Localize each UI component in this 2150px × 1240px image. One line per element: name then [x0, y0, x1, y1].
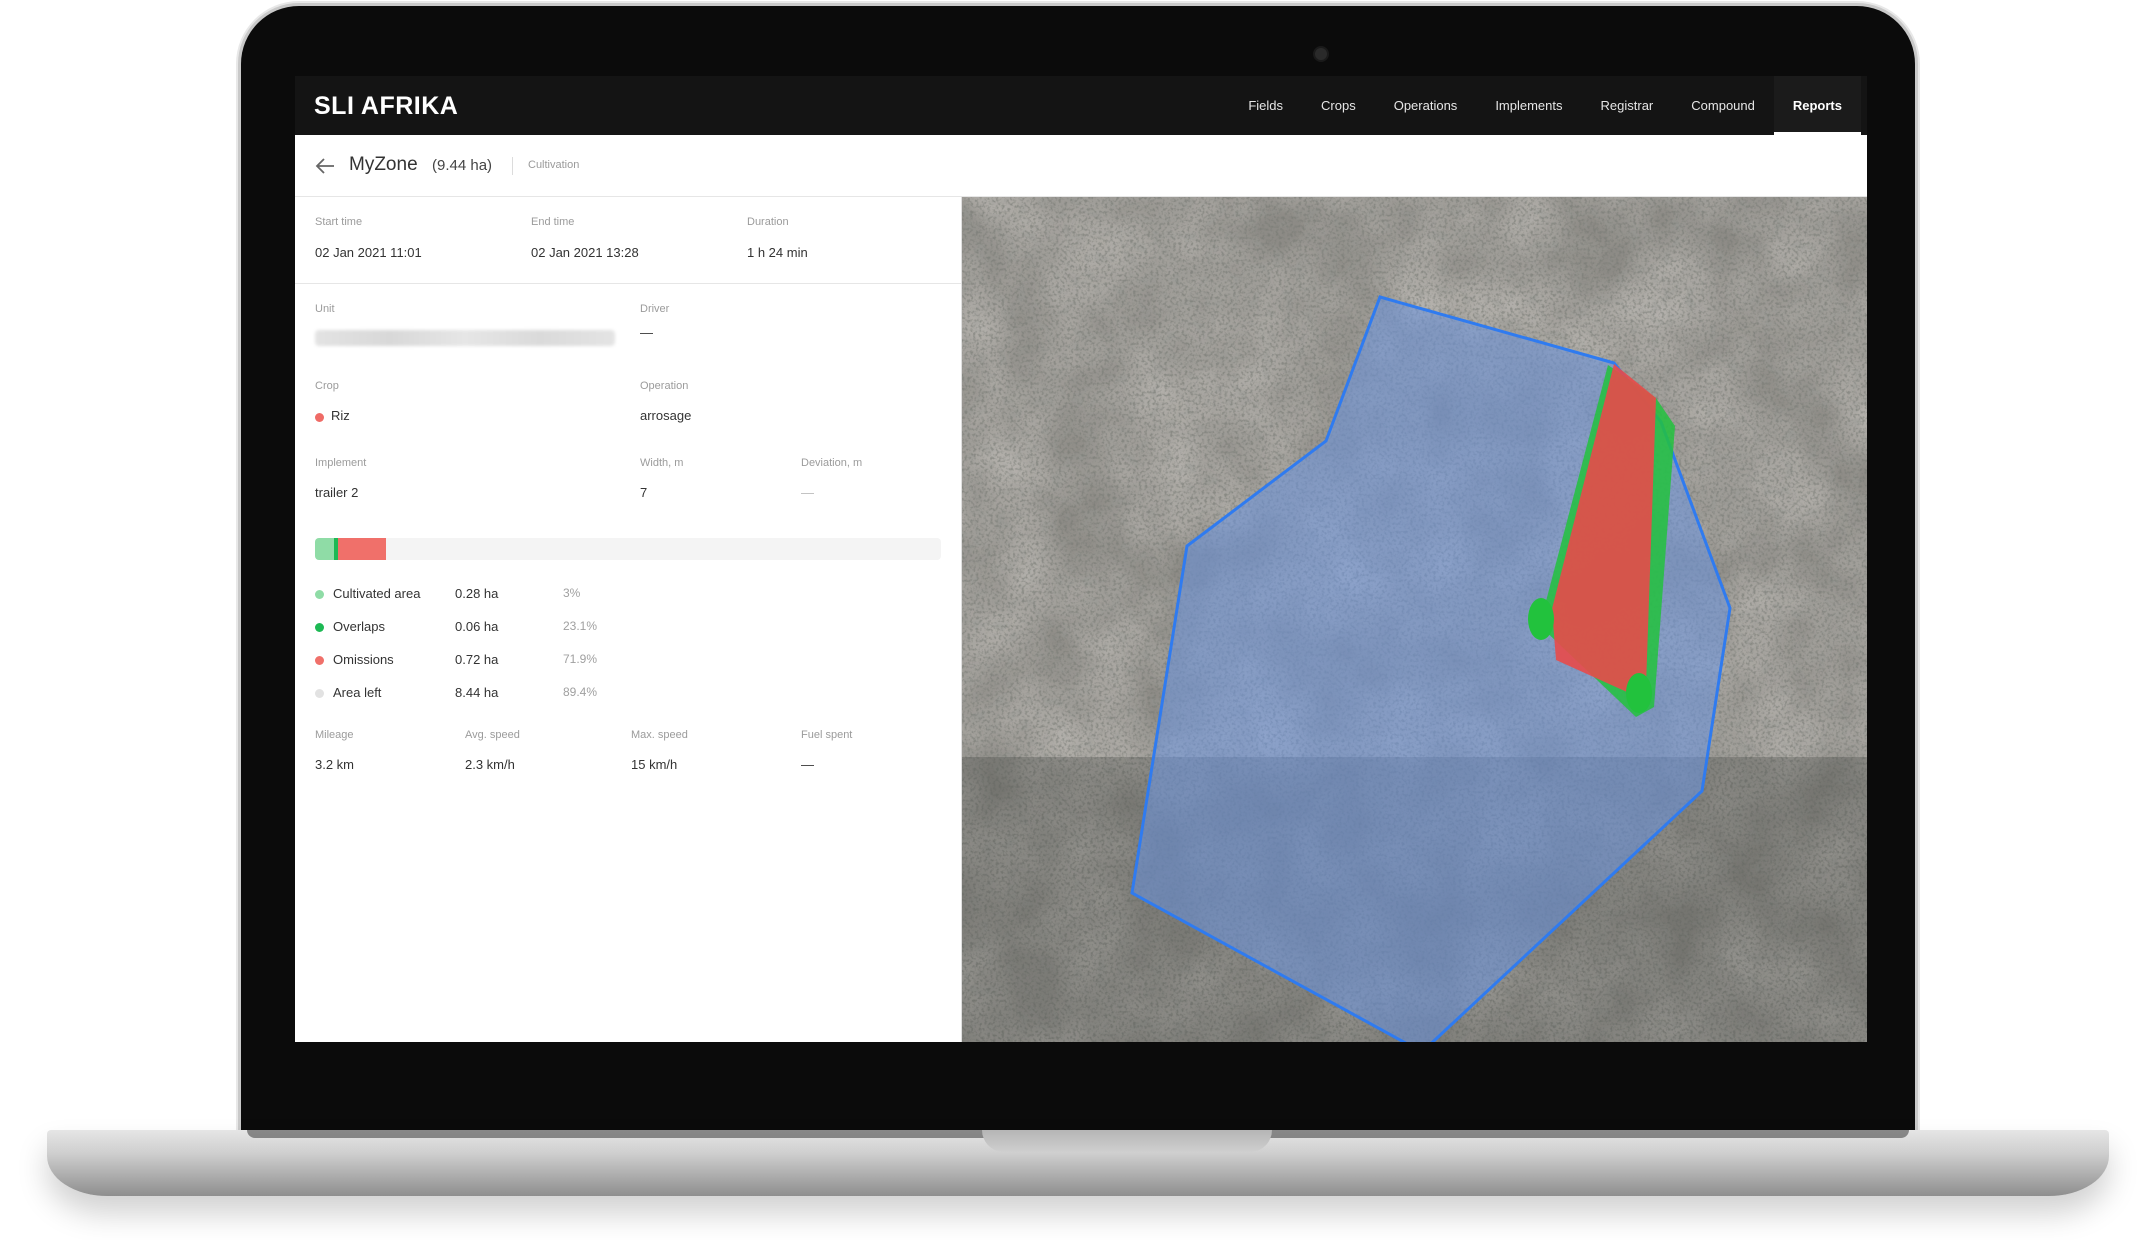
zone-area: (9.44 ha) [432, 157, 493, 174]
legend-percent: 89.4% [563, 685, 598, 699]
legend-dot-omissions [315, 656, 324, 665]
nav-fields[interactable]: Fields [1229, 76, 1302, 135]
implement-label: Implement [315, 457, 367, 469]
legend-amount: 0.28 ha [455, 586, 499, 601]
report-titlebar: MyZone (9.44 ha) Cultivation [295, 135, 1867, 197]
main-nav: Fields Crops Operations Implements Regis… [1229, 76, 1867, 135]
nav-implements[interactable]: Implements [1476, 76, 1581, 135]
duration-value: 1 h 24 min [747, 245, 808, 260]
crop-color-dot [315, 413, 324, 422]
legend-name: Area left [333, 685, 382, 700]
crop-label: Crop [315, 380, 339, 392]
max-speed-value: 15 km/h [631, 757, 678, 772]
driver-label: Driver [640, 303, 670, 315]
legend-dot-cultivated [315, 590, 324, 599]
legend-name: Omissions [333, 652, 394, 667]
mileage-label: Mileage [315, 729, 354, 741]
width-label: Width, m [640, 457, 684, 469]
title-divider [512, 157, 513, 175]
top-navbar: SLI AFRIKA Fields Crops Operations Imple… [295, 76, 1867, 135]
progress-omission-segment [338, 538, 386, 560]
nav-operations[interactable]: Operations [1375, 76, 1477, 135]
legend-percent: 3% [563, 586, 581, 600]
start-time-label: Start time [315, 216, 363, 228]
unit-value-redacted [315, 330, 615, 346]
mileage-value: 3.2 km [315, 757, 355, 772]
end-time-value: 02 Jan 2021 13:28 [531, 245, 639, 260]
unit-label: Unit [315, 303, 335, 315]
laptop-base [47, 1130, 2109, 1196]
fuel-label: Fuel spent [801, 729, 853, 741]
legend-item-cultivated: Cultivated area 0.28 ha 3% [315, 585, 645, 605]
legend-item-omissions: Omissions 0.72 ha 71.9% [315, 651, 645, 671]
implement-value: trailer 2 [315, 485, 359, 500]
deviation-value: — [801, 485, 814, 500]
brand-logo[interactable]: SLI AFRIKA [314, 92, 458, 121]
report-details-panel: Start time 02 Jan 2021 11:01 End time 02… [295, 197, 962, 1042]
legend-percent: 71.9% [563, 652, 598, 666]
app-screen: SLI AFRIKA Fields Crops Operations Imple… [295, 76, 1867, 1042]
laptop-notch [982, 1130, 1272, 1152]
legend-name: Cultivated area [333, 586, 421, 601]
satellite-map[interactable] [962, 197, 1867, 1042]
nav-registrar[interactable]: Registrar [1582, 76, 1673, 135]
track-start-marker[interactable] [1528, 598, 1554, 640]
track-end-marker[interactable] [1626, 673, 1652, 713]
crop-value: Riz [331, 408, 350, 423]
nav-reports[interactable]: Reports [1773, 76, 1861, 135]
operation-value: arrosage [640, 408, 692, 423]
coverage-progress-bar [315, 538, 941, 560]
nav-crops[interactable]: Crops [1302, 76, 1375, 135]
zone-type: Cultivation [528, 159, 580, 171]
legend-dot-overlaps [315, 623, 324, 632]
camera-icon [1313, 46, 1329, 62]
progress-cultivated-segment [315, 538, 334, 560]
legend-item-overlaps: Overlaps 0.06 ha 23.1% [315, 618, 645, 638]
legend-amount: 0.06 ha [455, 619, 499, 634]
end-time-label: End time [531, 216, 575, 228]
driver-value: — [640, 325, 653, 340]
zone-name: MyZone [349, 154, 418, 175]
legend-percent: 23.1% [563, 619, 598, 633]
legend-item-area-left: Area left 8.44 ha 89.4% [315, 684, 645, 704]
start-time-value: 02 Jan 2021 11:01 [315, 245, 422, 260]
duration-label: Duration [747, 216, 789, 228]
avg-speed-value: 2.3 km/h [465, 757, 515, 772]
avg-speed-label: Avg. speed [465, 729, 520, 741]
width-value: 7 [640, 485, 648, 500]
deviation-label: Deviation, m [801, 457, 863, 469]
operation-label: Operation [640, 380, 689, 392]
legend-name: Overlaps [333, 619, 386, 634]
map-canvas[interactable] [962, 197, 1867, 1042]
max-speed-label: Max. speed [631, 729, 688, 741]
legend-amount: 8.44 ha [455, 685, 499, 700]
nav-compound[interactable]: Compound [1672, 76, 1774, 135]
section-divider [295, 283, 961, 284]
legend-dot-area-left [315, 689, 324, 698]
legend-amount: 0.72 ha [455, 652, 499, 667]
fuel-value: — [801, 757, 814, 772]
back-arrow-icon[interactable] [315, 157, 335, 175]
